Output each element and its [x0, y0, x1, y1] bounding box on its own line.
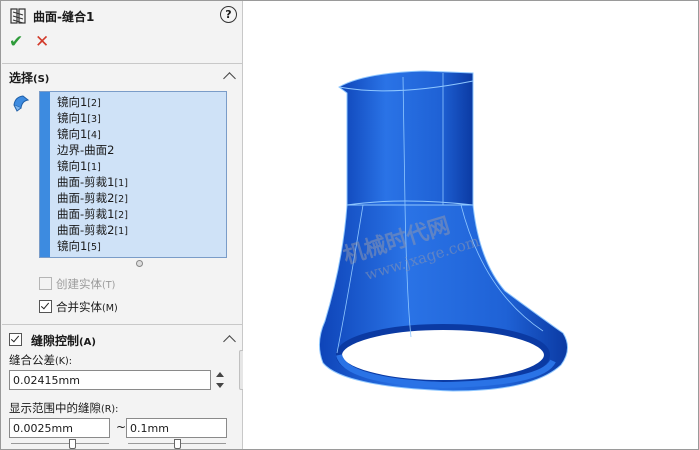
section-divider — [2, 63, 242, 64]
selected-entity-item[interactable]: 曲面-剪裁2[2] — [57, 190, 128, 206]
gap-range-min-input[interactable]: 0.0025mm — [9, 418, 110, 438]
merge-entities-box[interactable] — [39, 300, 52, 313]
gap-control-collapse-chevron-icon[interactable] — [223, 335, 236, 348]
cancel-x-icon[interactable]: ✕ — [35, 32, 49, 52]
gap-max-slider-thumb[interactable] — [174, 439, 181, 449]
gap-range-label: 显示范围中的缝隙(R): — [9, 401, 119, 415]
ok-check-icon[interactable]: ✔ — [9, 32, 23, 52]
gap-min-slider-thumb[interactable] — [69, 439, 76, 449]
section-divider — [2, 324, 242, 325]
selected-entity-item[interactable]: 曲面-剪裁2[1] — [57, 222, 128, 238]
selected-entity-item[interactable]: 边界-曲面2 — [57, 142, 128, 158]
stitch-tolerance-label: 缝合公差(K): — [9, 353, 72, 367]
spinner-up-icon[interactable] — [216, 372, 224, 377]
create-solid-label: 创建实体(T) — [56, 277, 116, 291]
spinner-down-icon[interactable] — [216, 383, 224, 388]
help-icon[interactable]: ? — [220, 6, 237, 23]
face-selection-icon — [13, 95, 30, 112]
selected-entity-item[interactable]: 镜向1[4] — [57, 126, 128, 142]
surface-model — [319, 70, 568, 392]
selection-collapse-chevron-icon[interactable] — [223, 72, 236, 85]
graphics-viewport[interactable]: 机械时代网 www.jxage.com — [243, 1, 698, 449]
tolerance-spinner[interactable] — [215, 370, 225, 392]
selected-entity-item[interactable]: 镜向1[2] — [57, 94, 128, 110]
gap-control-box[interactable] — [9, 333, 22, 346]
panel-header: 曲面-缝合1 ? — [9, 5, 237, 27]
list-resize-handle[interactable] — [136, 260, 143, 267]
gap-min-slider[interactable] — [11, 443, 109, 444]
selected-entity-item[interactable]: 镜向1[5] — [57, 238, 128, 254]
gap-range-max-input[interactable]: 0.1mm — [126, 418, 227, 438]
selected-entities-list[interactable]: 镜向1[2] 镜向1[3] 镜向1[4] 边界-曲面2 镜向1[1] 曲面-剪裁1[1] 曲… — [39, 91, 227, 258]
create-solid-box[interactable] — [39, 277, 52, 290]
selection-section-title[interactable]: 选择(S) — [9, 69, 49, 86]
selected-entity-item[interactable]: 镜向1[3] — [57, 110, 128, 126]
gap-control-title: 缝隙控制(A) — [31, 334, 96, 348]
feature-title: 曲面-缝合1 — [33, 10, 95, 24]
merge-entities-label: 合并实体(M) — [56, 300, 118, 314]
knit-feature-icon — [10, 8, 26, 24]
stitch-tolerance-input[interactable]: 0.02415mm — [9, 370, 211, 390]
range-separator: ~ — [116, 420, 127, 434]
selected-entity-item[interactable]: 镜向1[1] — [57, 158, 128, 174]
property-manager-panel: 曲面-缝合1 ? ✔ ✕ 选择(S) 镜向1[2] 镜向1[3] 镜向1[4] 边界-… — [1, 1, 243, 449]
list-accent-bar — [40, 92, 50, 257]
entity-list: 镜向1[2] 镜向1[3] 镜向1[4] 边界-曲面2 镜向1[1] 曲面-剪裁1[1] 曲… — [57, 94, 128, 254]
selected-entity-item[interactable]: 曲面-剪裁1[1] — [57, 174, 128, 190]
selected-entity-item[interactable]: 曲面-剪裁1[2] — [57, 206, 128, 222]
